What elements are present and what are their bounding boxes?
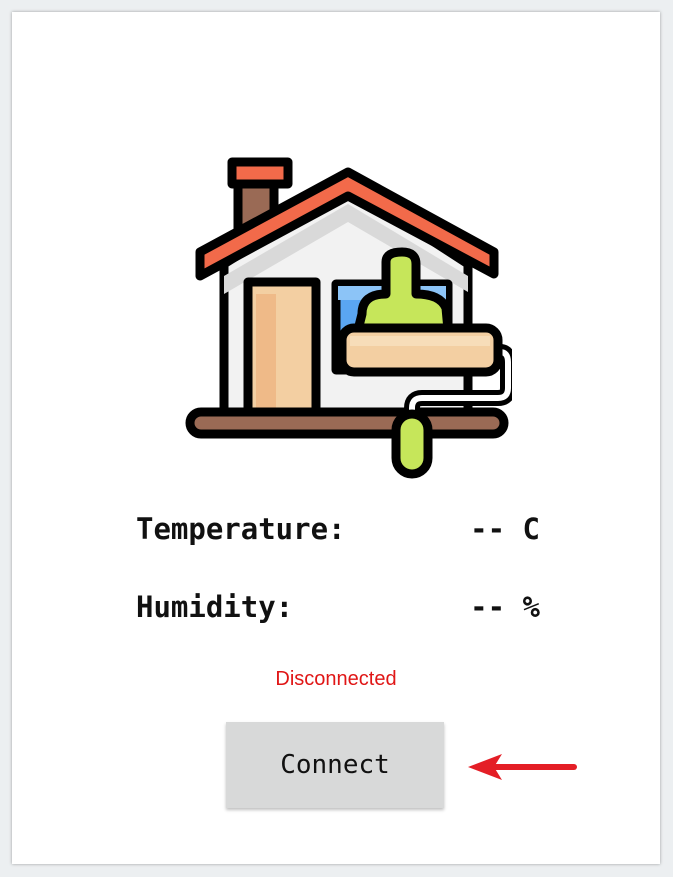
red-arrow-icon [468, 754, 577, 780]
temperature-label: Temperature: [136, 512, 346, 546]
app-screen: Temperature: -- C Humidity: -- % Disconn… [12, 12, 660, 864]
temperature-value: -- C [470, 512, 540, 546]
connection-status: Disconnected [275, 668, 397, 690]
humidity-label: Humidity: [136, 590, 294, 624]
humidity-value: -- % [470, 590, 540, 624]
house-painting-icon [185, 157, 512, 479]
humidity-row: Humidity: -- % [136, 590, 540, 626]
temperature-row: Temperature: -- C [136, 512, 540, 548]
connect-button[interactable]: Connect [226, 722, 444, 808]
